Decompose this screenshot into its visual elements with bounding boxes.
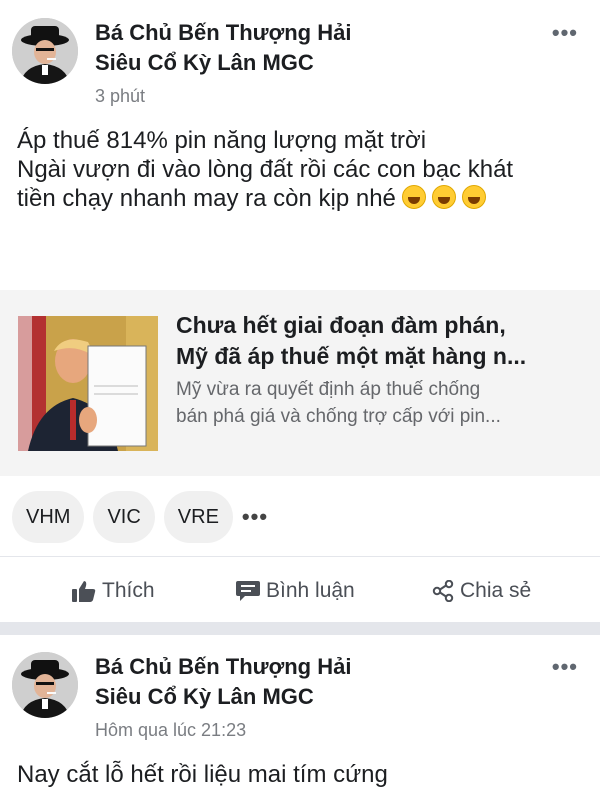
post-actions: Thích Bình luận Chia sẻ bbox=[0, 568, 600, 614]
link-title-line1: Chưa hết giai đoạn đàm phán, bbox=[176, 312, 506, 338]
divider bbox=[0, 556, 600, 557]
star-struck-emoji bbox=[461, 185, 486, 209]
more-options-icon[interactable]: ••• bbox=[552, 20, 578, 46]
post-text: Nay cắt lỗ hết rồi liệu mai tím cứng bbox=[17, 760, 590, 789]
tags-more-icon[interactable]: ••• bbox=[242, 491, 268, 543]
thumbs-up-icon bbox=[72, 581, 96, 602]
post-text: Áp thuế 814% pin năng lượng mặt trời Ngà… bbox=[17, 126, 590, 213]
post-text-line1: Nay cắt lỗ hết rồi liệu mai tím cứng bbox=[17, 761, 388, 788]
link-thumbnail bbox=[18, 316, 158, 451]
post-text-line1: Áp thuế 814% pin năng lượng mặt trời bbox=[17, 127, 427, 154]
author-name-line1: Bá Chủ Bến Thượng Hải bbox=[95, 20, 352, 45]
tag-vic[interactable]: VIC bbox=[93, 491, 155, 543]
like-label: Thích bbox=[102, 579, 155, 602]
post-separator bbox=[0, 622, 600, 635]
author-name-line2: Siêu Cổ Kỳ Lân MGC bbox=[95, 684, 314, 709]
tag-vhm[interactable]: VHM bbox=[12, 491, 85, 543]
share-label: Chia sẻ bbox=[460, 579, 532, 602]
post-text-line3: tiền chạy nhanh may ra còn kịp nhé bbox=[17, 184, 590, 213]
link-description-line2: bán phá giá và chống trợ cấp với pin... bbox=[176, 406, 501, 427]
share-button[interactable]: Chia sẻ bbox=[432, 568, 531, 614]
like-button[interactable]: Thích bbox=[72, 568, 155, 614]
avatar[interactable] bbox=[12, 18, 78, 84]
post-card: Bá Chủ Bến Thượng Hải Siêu Cổ Kỳ Lân MGC… bbox=[0, 635, 600, 800]
tears-of-joy-emoji bbox=[431, 185, 456, 209]
comment-label: Bình luận bbox=[266, 579, 355, 602]
avatar[interactable] bbox=[12, 652, 78, 718]
post-text-line3-content: tiền chạy nhanh may ra còn kịp nhé bbox=[17, 185, 396, 212]
author-name-line2: Siêu Cổ Kỳ Lân MGC bbox=[95, 50, 314, 75]
post-card: Bá Chủ Bến Thượng Hải Siêu Cổ Kỳ Lân MGC… bbox=[0, 0, 600, 622]
comment-icon bbox=[236, 581, 260, 601]
ticker-tags: VHM VIC VRE ••• bbox=[12, 491, 268, 545]
link-title-line2: Mỹ đã áp thuế một mặt hàng n... bbox=[176, 343, 527, 369]
author-name[interactable]: Bá Chủ Bến Thượng Hải Siêu Cổ Kỳ Lân MGC bbox=[95, 652, 351, 712]
link-title[interactable]: Chưa hết giai đoạn đàm phán, Mỹ đã áp th… bbox=[176, 310, 580, 372]
post-text-line2: Ngài vượn đi vào lòng đất rồi các con bạ… bbox=[17, 156, 514, 183]
post-timestamp[interactable]: Hôm qua lúc 21:23 bbox=[95, 720, 246, 741]
tag-vre[interactable]: VRE bbox=[163, 491, 233, 543]
more-options-icon[interactable]: ••• bbox=[552, 654, 578, 680]
link-description-line1: Mỹ vừa ra quyết định áp thuế chống bbox=[176, 379, 481, 400]
link-description: Mỹ vừa ra quyết định áp thuế chống bán p… bbox=[176, 376, 580, 430]
author-name[interactable]: Bá Chủ Bến Thượng Hải Siêu Cổ Kỳ Lân MGC bbox=[95, 18, 351, 78]
post-timestamp[interactable]: 3 phút bbox=[95, 86, 145, 107]
share-icon bbox=[432, 579, 454, 603]
comment-button[interactable]: Bình luận bbox=[236, 568, 355, 614]
link-preview-card[interactable]: Chưa hết giai đoạn đàm phán, Mỹ đã áp th… bbox=[0, 290, 600, 476]
author-name-line1: Bá Chủ Bến Thượng Hải bbox=[95, 654, 352, 679]
rolling-laughing-emoji bbox=[401, 185, 426, 209]
